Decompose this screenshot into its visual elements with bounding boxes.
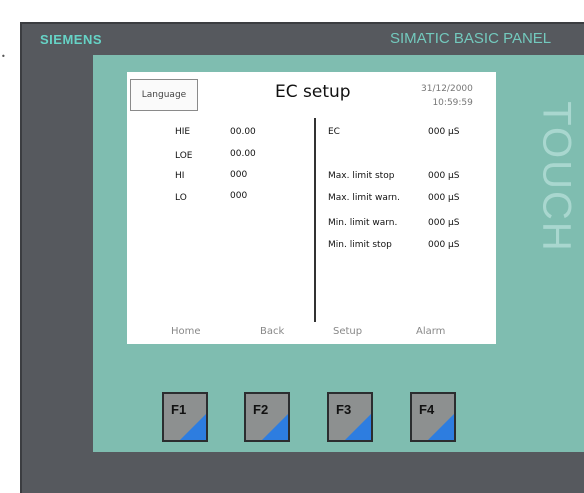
param-value-loe[interactable]: 00.00 bbox=[230, 149, 256, 159]
date-text: 31/12/2000 bbox=[421, 84, 473, 94]
param-value-ec[interactable]: 000 µS bbox=[428, 127, 459, 137]
nav-setup[interactable]: Setup bbox=[333, 326, 362, 337]
time-text: 10:59:59 bbox=[432, 98, 473, 108]
hmi-screen: Language EC setup 31/12/2000 10:59:59 HI… bbox=[127, 72, 496, 344]
nav-back[interactable]: Back bbox=[260, 326, 284, 337]
param-label-max-warn: Max. limit warn. bbox=[328, 193, 400, 203]
param-value-min-stop[interactable]: 000 µS bbox=[428, 240, 459, 250]
f4-key[interactable]: F4 bbox=[410, 392, 456, 442]
param-value-max-stop[interactable]: 000 µS bbox=[428, 171, 459, 181]
f3-key[interactable]: F3 bbox=[327, 392, 373, 442]
f2-key[interactable]: F2 bbox=[244, 392, 290, 442]
param-label-hi: HI bbox=[175, 171, 185, 181]
param-label-min-warn: Min. limit warn. bbox=[328, 218, 398, 228]
corner-indicator-icon bbox=[345, 414, 371, 440]
param-value-max-warn[interactable]: 000 µS bbox=[428, 193, 459, 203]
param-label-lo: LO bbox=[175, 193, 187, 203]
param-label-loe: LOE bbox=[175, 151, 193, 161]
corner-indicator-icon bbox=[180, 414, 206, 440]
touch-text: TOUCH bbox=[534, 101, 579, 253]
param-label-min-stop: Min. limit stop bbox=[328, 240, 392, 250]
datetime-display: 31/12/2000 10:59:59 bbox=[421, 82, 473, 110]
nav-alarm[interactable]: Alarm bbox=[416, 326, 445, 337]
f1-key[interactable]: F1 bbox=[162, 392, 208, 442]
corner-indicator-icon bbox=[262, 414, 288, 440]
edge-marker: • bbox=[1, 52, 6, 61]
corner-indicator-icon bbox=[428, 414, 454, 440]
param-value-lo[interactable]: 000 bbox=[230, 191, 247, 201]
nav-home[interactable]: Home bbox=[171, 326, 201, 337]
param-label-max-stop: Max. limit stop bbox=[328, 171, 395, 181]
column-divider bbox=[314, 118, 316, 322]
param-value-min-warn[interactable]: 000 µS bbox=[428, 218, 459, 228]
param-value-hi[interactable]: 000 bbox=[230, 170, 247, 180]
language-button[interactable]: Language bbox=[130, 79, 198, 111]
param-label-hie: HIE bbox=[175, 127, 191, 137]
panel-series-label: SIMATIC BASIC PANEL bbox=[390, 30, 552, 47]
param-value-hie[interactable]: 00.00 bbox=[230, 127, 256, 137]
brand-logo: SIEMENS bbox=[40, 32, 103, 47]
param-label-ec: EC bbox=[328, 127, 340, 137]
page-title: EC setup bbox=[275, 82, 351, 102]
touch-label: TOUCH bbox=[528, 62, 584, 292]
